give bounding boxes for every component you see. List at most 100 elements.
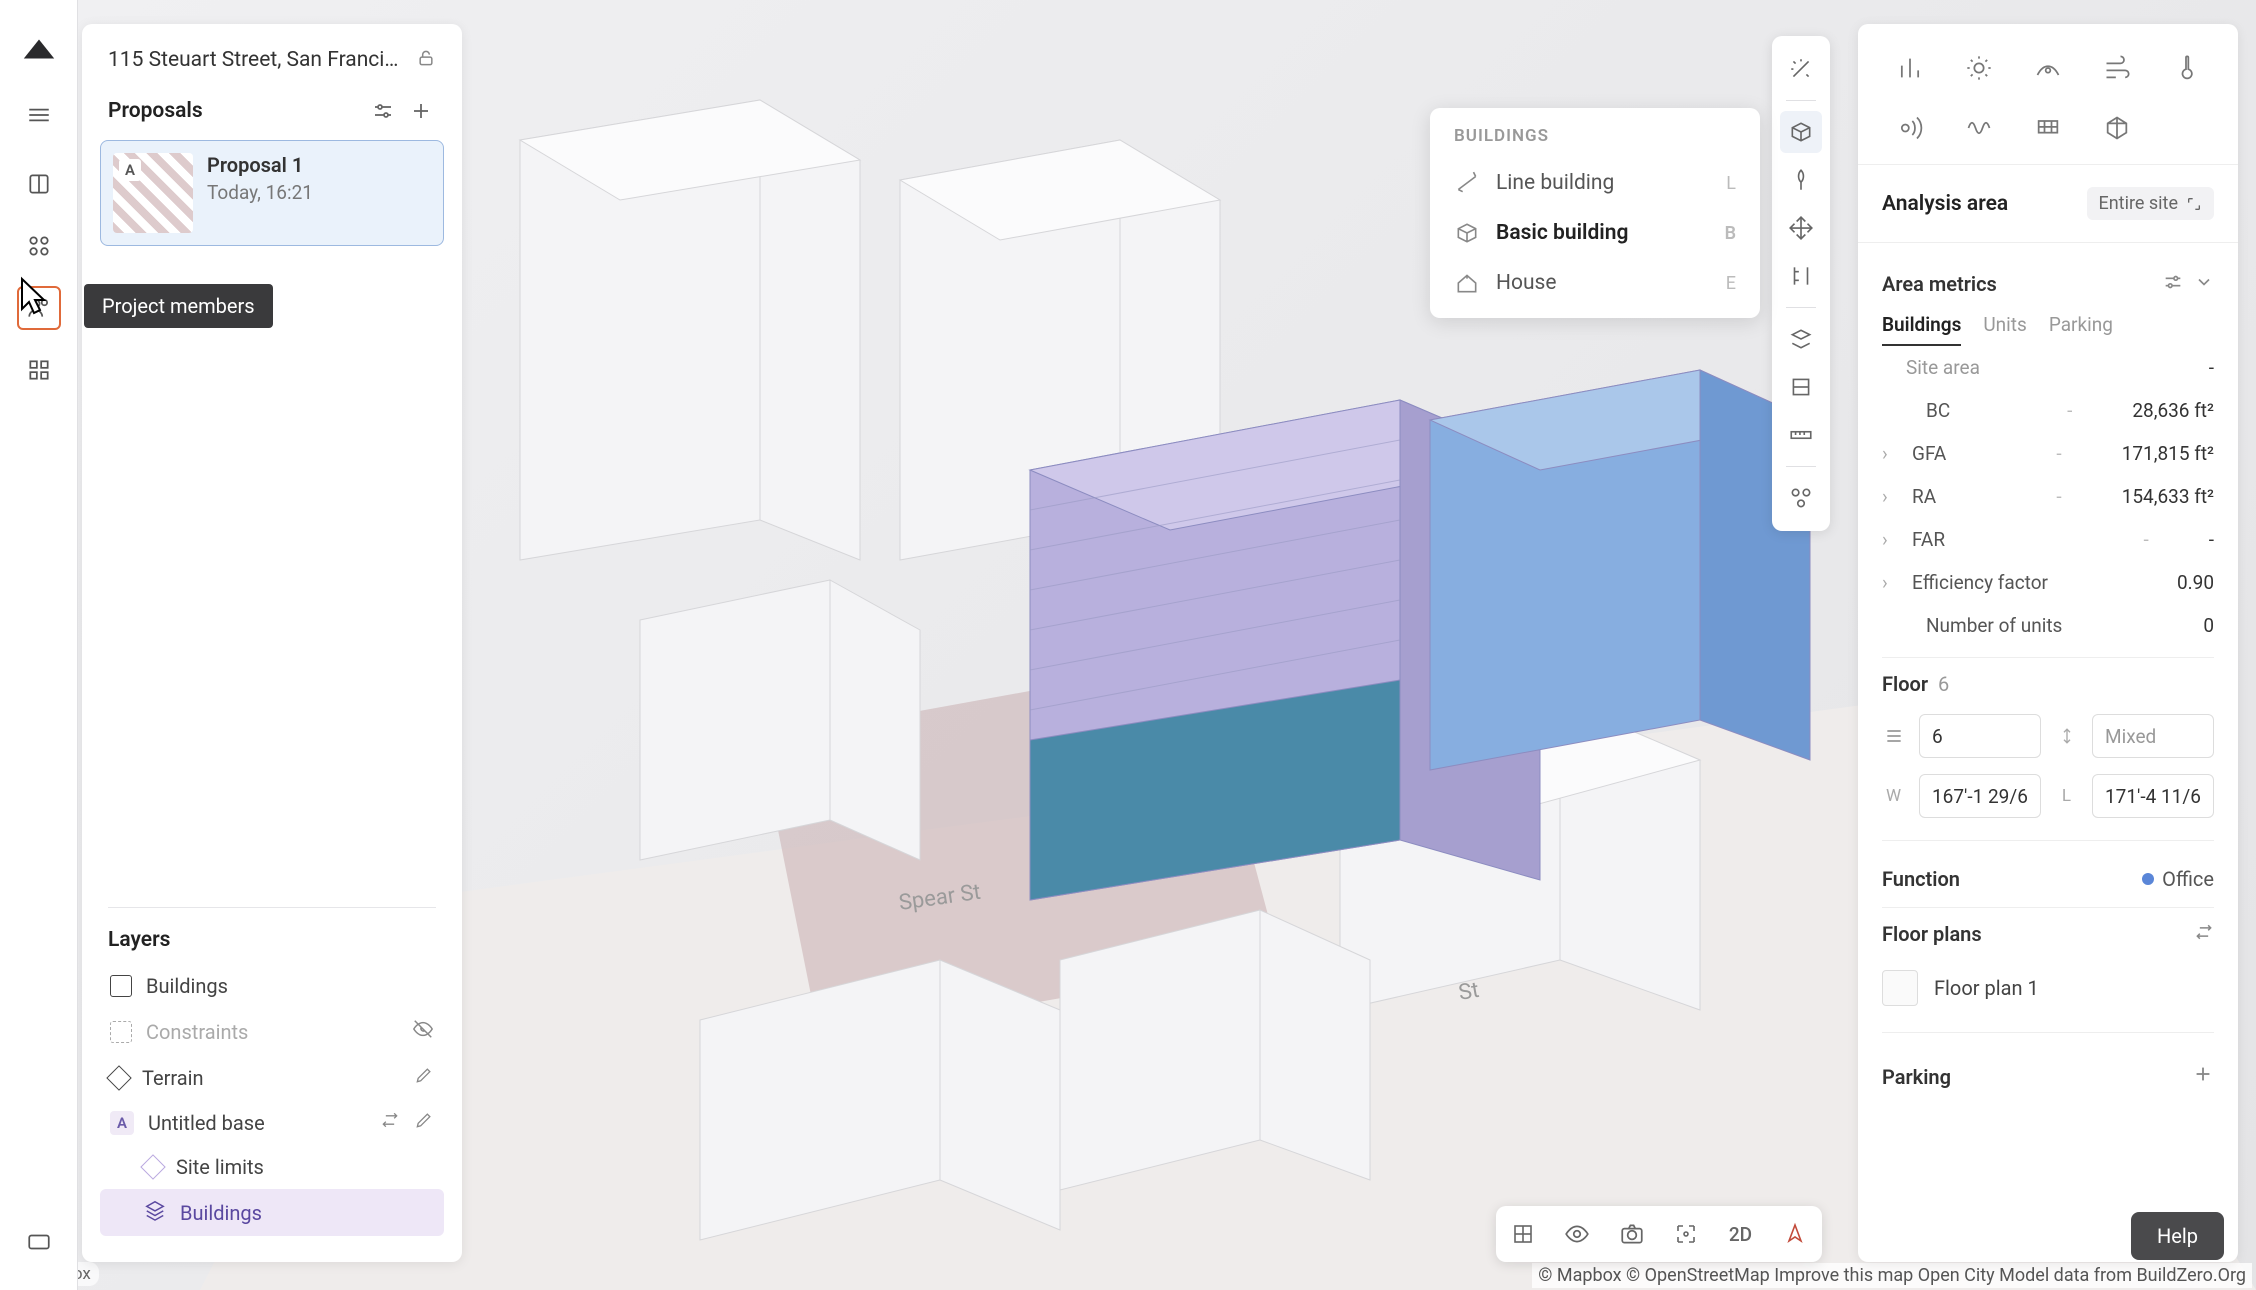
tab-buildings[interactable]: Buildings	[1882, 313, 1961, 346]
view-icon[interactable]	[2026, 46, 2070, 90]
focus-icon[interactable]	[1666, 1214, 1706, 1254]
modules-icon[interactable]	[17, 224, 61, 268]
energy-icon[interactable]	[2095, 106, 2139, 150]
map-attribution[interactable]: © Mapbox © OpenStreetMap Improve this ma…	[1532, 1263, 2252, 1288]
camera-icon[interactable]	[1612, 1214, 1652, 1254]
buildings-menu-title: BUILDINGS	[1430, 126, 1760, 158]
function-row[interactable]: Function Office	[1858, 851, 2238, 897]
menu-shortcut: L	[1726, 173, 1736, 194]
grid-toggle-icon[interactable]	[1503, 1214, 1543, 1254]
layers-icon	[144, 1199, 166, 1226]
wave-icon[interactable]	[1957, 106, 2001, 150]
layer-base[interactable]: A Untitled base	[100, 1100, 444, 1145]
cube-icon	[110, 1021, 132, 1043]
base-letter: A	[110, 1111, 134, 1135]
measure-tool-icon[interactable]	[1780, 255, 1822, 297]
menu-label: House	[1496, 271, 1557, 295]
proposals-heading: Proposals	[108, 99, 360, 123]
swap-icon[interactable]	[2194, 922, 2214, 946]
floor-plan-item[interactable]: Floor plan 1	[1858, 954, 2238, 1022]
2d-toggle[interactable]: 2D	[1720, 1214, 1760, 1254]
sun-icon[interactable]	[1957, 46, 2001, 90]
edit-icon[interactable]	[414, 1110, 434, 1135]
tooltip: Project members	[84, 284, 273, 328]
proposal-letter: A	[119, 159, 141, 181]
metric-gfa[interactable]: ›GFA - 171,815 ft²	[1858, 432, 2238, 475]
edit-icon[interactable]	[414, 1065, 434, 1090]
tab-units[interactable]: Units	[1983, 313, 2026, 346]
analysis-icons-row-2	[1858, 100, 2238, 160]
analysis-area-row: Analysis area Entire site	[1858, 181, 2238, 234]
layer-constraints[interactable]: Constraints	[100, 1008, 444, 1055]
magic-tool-icon[interactable]	[1780, 48, 1822, 90]
height-icon	[2055, 723, 2078, 749]
chart-icon[interactable]	[1888, 46, 1932, 90]
book-icon[interactable]	[17, 162, 61, 206]
sliders-icon[interactable]	[368, 96, 398, 126]
layer-label: Site limits	[176, 1155, 264, 1179]
layer-terrain[interactable]: Terrain	[100, 1055, 444, 1100]
metric-ra[interactable]: ›RA - 154,633 ft²	[1858, 475, 2238, 518]
length-input[interactable]	[2092, 774, 2214, 818]
metrics-tabs: Buildings Units Parking	[1858, 305, 2238, 346]
layer-base-buildings[interactable]: Buildings	[100, 1189, 444, 1236]
add-parking-icon[interactable]	[2192, 1063, 2214, 1090]
function-label: Function	[1882, 867, 2142, 891]
chevron-down-icon[interactable]	[2194, 272, 2214, 296]
length-label: L	[2055, 783, 2078, 809]
proposal-card[interactable]: A Proposal 1 Today, 16:21	[100, 140, 444, 246]
layer-label: Buildings	[146, 974, 228, 998]
menu-basic-building[interactable]: Basic building B	[1430, 208, 1760, 258]
proposal-time: Today, 16:21	[207, 181, 313, 204]
tree-tool-icon[interactable]	[1780, 159, 1822, 201]
section-tool-icon[interactable]	[1780, 366, 1822, 408]
layer-buildings[interactable]: Buildings	[100, 964, 444, 1008]
floor-count-input[interactable]	[1919, 714, 2041, 758]
area-metrics-row: Area metrics	[1858, 259, 2238, 305]
menu-label: Line building	[1496, 171, 1614, 195]
wind-icon[interactable]	[2095, 46, 2139, 90]
add-proposal-icon[interactable]	[406, 96, 436, 126]
solar-panel-icon[interactable]	[2026, 106, 2070, 150]
layer-site-limits[interactable]: Site limits	[100, 1145, 444, 1189]
north-arrow-icon[interactable]	[1775, 1214, 1815, 1254]
isolate-tool-icon[interactable]	[1780, 318, 1822, 360]
view-controls: 2D	[1496, 1206, 1822, 1262]
building-tool-icon[interactable]	[1780, 111, 1822, 153]
floor-height-input[interactable]	[2092, 714, 2214, 758]
area-metrics-label: Area metrics	[1882, 272, 2152, 296]
apps-grid-icon[interactable]	[17, 348, 61, 392]
hamburger-icon[interactable]	[22, 98, 56, 132]
width-label: W	[1882, 783, 1905, 809]
menu-house[interactable]: House E	[1430, 258, 1760, 308]
thermometer-icon[interactable]	[2164, 46, 2208, 90]
context-tool-icon[interactable]	[1780, 477, 1822, 519]
proposals-header: Proposals	[82, 90, 462, 140]
move-tool-icon[interactable]	[1780, 207, 1822, 249]
scope-chip[interactable]: Entire site	[2087, 187, 2214, 220]
app-logo[interactable]	[20, 30, 58, 68]
chevron-right-icon: ›	[1882, 571, 1900, 594]
tab-parking[interactable]: Parking	[2049, 313, 2113, 346]
members-icon[interactable]	[17, 286, 61, 330]
chevron-right-icon: ›	[1882, 528, 1900, 551]
ruler-tool-icon[interactable]	[1780, 414, 1822, 456]
sliders-icon[interactable]	[2162, 271, 2184, 297]
metric-bc: BC - 28,636 ft²	[1858, 389, 2238, 432]
metric-far[interactable]: ›FAR - -	[1858, 518, 2238, 561]
swap-icon[interactable]	[380, 1110, 400, 1135]
unlock-icon[interactable]	[416, 48, 436, 72]
menu-shortcut: E	[1726, 273, 1736, 294]
layers-section: Layers Buildings Constraints Terrain	[82, 908, 462, 1236]
menu-line-building[interactable]: Line building L	[1430, 158, 1760, 208]
eye-icon[interactable]	[1557, 1214, 1597, 1254]
card-icon[interactable]	[17, 1220, 61, 1264]
help-button[interactable]: Help	[2131, 1212, 2224, 1260]
analysis-area-label: Analysis area	[1882, 192, 2087, 216]
visibility-off-icon[interactable]	[412, 1018, 434, 1045]
noise-icon[interactable]	[1888, 106, 1932, 150]
buildings-menu: BUILDINGS Line building L Basic building…	[1430, 108, 1760, 318]
width-input[interactable]	[1919, 774, 2041, 818]
dimension-inputs: W L	[1858, 770, 2238, 830]
metric-efficiency[interactable]: ›Efficiency factor 0.90	[1858, 561, 2238, 604]
